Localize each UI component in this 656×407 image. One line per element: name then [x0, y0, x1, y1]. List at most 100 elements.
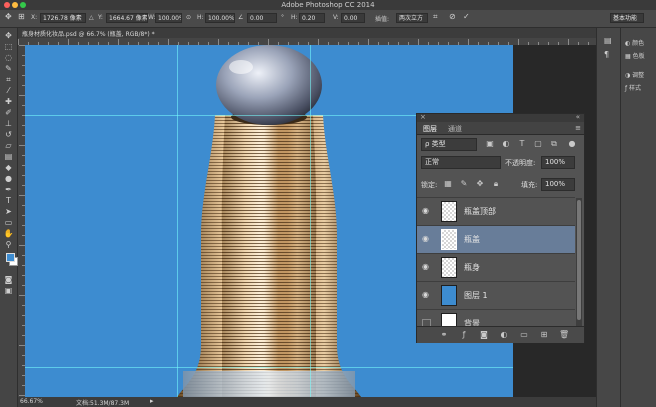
layer-thumbnail — [441, 257, 457, 278]
warp-icon[interactable]: ⌗ — [433, 12, 438, 22]
lock-pixels-icon[interactable]: ✎ — [459, 179, 469, 189]
status-arrow-icon[interactable]: ▸ — [150, 397, 154, 405]
blur-tool-icon[interactable]: ◆ — [3, 163, 14, 173]
healing-tool-icon[interactable]: ✚ — [3, 97, 14, 107]
dodge-tool-icon[interactable]: ● — [3, 174, 14, 184]
visibility-eye-icon[interactable]: ◉ — [422, 235, 432, 243]
filter-toggle-icon[interactable]: ● — [567, 139, 577, 149]
guide-line[interactable] — [25, 367, 513, 368]
dock-item-styles[interactable]: ƒ 样式 — [625, 83, 641, 94]
dock-item-adjustments[interactable]: ◑ 调整 — [625, 70, 644, 81]
layer-row[interactable]: ◉ 瓶盖顶部 — [417, 197, 575, 225]
guide-line[interactable] — [177, 45, 178, 397]
filter-smart-object-icon[interactable]: ⧉ — [549, 139, 559, 149]
close-panel-icon[interactable]: × — [420, 113, 426, 121]
layer-row[interactable]: ◉ 瓶身 — [417, 253, 575, 281]
horizontal-skew-field[interactable]: 0.20 — [299, 13, 325, 23]
zoom-tool-icon[interactable]: ⚲ — [3, 240, 14, 250]
layer-list: ◉ 瓶盖顶部 ◉ 瓶盖 ◉ 瓶身 ◉ 图层 1 背景 — [417, 197, 575, 326]
vertical-skew-field[interactable]: 0.00 — [341, 13, 365, 23]
tab-layers[interactable]: 图层 — [423, 124, 437, 134]
hskew-label: H: — [291, 14, 298, 21]
commit-transform-icon[interactable]: ✓ — [463, 12, 470, 21]
hand-tool-icon[interactable]: ✋ — [3, 229, 14, 239]
guide-line[interactable] — [310, 45, 311, 397]
lock-label: 锁定: — [421, 181, 438, 189]
link-layers-icon[interactable]: ⚭ — [439, 330, 449, 340]
lock-all-icon[interactable]: 🔒︎ — [491, 179, 501, 189]
brush-tool-icon[interactable]: ✐ — [3, 108, 14, 118]
workspace-select[interactable]: 基本功能 — [610, 13, 644, 23]
filter-pixel-icon[interactable]: ▣ — [485, 139, 495, 149]
new-layer-icon[interactable]: ⊞ — [539, 330, 549, 340]
panel-menu-icon[interactable]: ≡ — [575, 124, 581, 132]
quick-select-tool-icon[interactable]: ✎ — [3, 64, 14, 74]
visibility-eye-icon[interactable]: ◉ — [422, 291, 432, 299]
filter-kind-select[interactable]: ρ 类型 — [421, 138, 477, 151]
width-field[interactable]: 100.00% — [155, 13, 182, 23]
interpolation-select[interactable]: 两次立方 — [396, 13, 428, 23]
properties-panel-icon[interactable]: ¶ — [604, 50, 609, 61]
delete-layer-icon[interactable]: 🗑︎ — [559, 330, 569, 340]
gradient-tool-icon[interactable]: ▤ — [3, 152, 14, 162]
marquee-tool-icon[interactable]: ⬚ — [3, 42, 14, 52]
dock-item-swatches[interactable]: ▦ 色板 — [625, 51, 645, 62]
screen-mode-icon[interactable]: ▣ — [3, 286, 14, 296]
crop-tool-icon[interactable]: ⌗ — [3, 75, 14, 85]
height-field[interactable]: 100.00% — [205, 13, 235, 23]
history-panel-icon[interactable]: ▤ — [604, 36, 612, 47]
filter-adjustment-icon[interactable]: ◐ — [501, 139, 511, 149]
layer-row[interactable]: ◉ 瓶盖 — [417, 225, 575, 253]
fill-field[interactable]: 100% — [541, 178, 575, 191]
eyedropper-tool-icon[interactable]: ⁄ — [3, 86, 14, 96]
path-select-tool-icon[interactable]: ➤ — [3, 207, 14, 217]
angle-field[interactable]: 0.00 — [247, 13, 277, 23]
cancel-transform-icon[interactable]: ⊘ — [449, 12, 456, 21]
tab-channels[interactable]: 通道 — [448, 124, 462, 134]
lasso-tool-icon[interactable]: ◌ — [3, 53, 14, 63]
reference-point-icon[interactable]: ⊞ — [18, 12, 25, 21]
pen-tool-icon[interactable]: ✒ — [3, 185, 14, 195]
lock-position-icon[interactable]: ✥ — [475, 179, 485, 189]
blend-mode-select[interactable]: 正常 — [421, 156, 501, 169]
eraser-tool-icon[interactable]: ▱ — [3, 141, 14, 151]
quick-mask-icon[interactable]: ◙ — [3, 275, 14, 285]
lock-transparency-icon[interactable]: ▦ — [443, 179, 453, 189]
swatches-icon: ▦ — [625, 53, 633, 60]
scrollbar-thumb[interactable] — [577, 200, 581, 320]
move-tool-icon[interactable]: ✥ — [5, 12, 12, 21]
new-group-icon[interactable]: ▭ — [519, 330, 529, 340]
add-mask-icon[interactable]: ◙ — [479, 330, 489, 340]
dock-item-color[interactable]: ◐ 颜色 — [625, 38, 644, 49]
window-title: Adobe Photoshop CC 2014 — [281, 1, 375, 9]
x-position-field[interactable]: 1726.78 像素 — [40, 13, 86, 23]
visibility-eye-icon[interactable]: ◉ — [422, 207, 432, 215]
layer-thumbnail — [441, 313, 457, 326]
collapse-panel-icon[interactable]: « — [576, 113, 580, 121]
zoom-level[interactable]: 66.67% — [20, 398, 43, 405]
layer-row[interactable]: ◉ 图层 1 — [417, 281, 575, 309]
opacity-field[interactable]: 100% — [541, 156, 575, 169]
move-tool-icon[interactable]: ✥ — [3, 31, 14, 41]
delta-icon[interactable]: △ — [89, 14, 94, 21]
visibility-off-icon[interactable] — [422, 319, 431, 326]
stamp-tool-icon[interactable]: ⊥ — [3, 119, 14, 129]
layer-thumbnail — [441, 285, 457, 306]
shape-tool-icon[interactable]: ▭ — [3, 218, 14, 228]
tools-panel: ✥ ⬚ ◌ ✎ ⌗ ⁄ ✚ ✐ ⊥ ↺ ▱ ▤ ◆ ● ✒ T ➤ ▭ ✋ ⚲ … — [0, 28, 18, 407]
visibility-eye-icon[interactable]: ◉ — [422, 263, 432, 271]
link-icon[interactable]: ⊙ — [186, 14, 191, 21]
filter-type-icon[interactable]: T — [517, 139, 527, 149]
layer-style-icon[interactable]: ƒ — [459, 330, 469, 340]
document-info[interactable]: 文档:51.3M/87.3M — [76, 398, 129, 407]
history-brush-tool-icon[interactable]: ↺ — [3, 130, 14, 140]
color-swatches-icon[interactable] — [3, 253, 18, 267]
type-tool-icon[interactable]: T — [3, 196, 14, 206]
filter-shape-icon[interactable]: ▢ — [533, 139, 543, 149]
layer-list-scrollbar[interactable] — [576, 198, 582, 326]
panel-header[interactable]: × « — [417, 113, 584, 122]
y-position-field[interactable]: 1664.67 像素 — [106, 13, 148, 23]
adjustment-layer-icon[interactable]: ◐ — [499, 330, 509, 340]
fill-label: 填充: — [521, 181, 538, 189]
layer-row[interactable]: 背景 — [417, 309, 575, 326]
